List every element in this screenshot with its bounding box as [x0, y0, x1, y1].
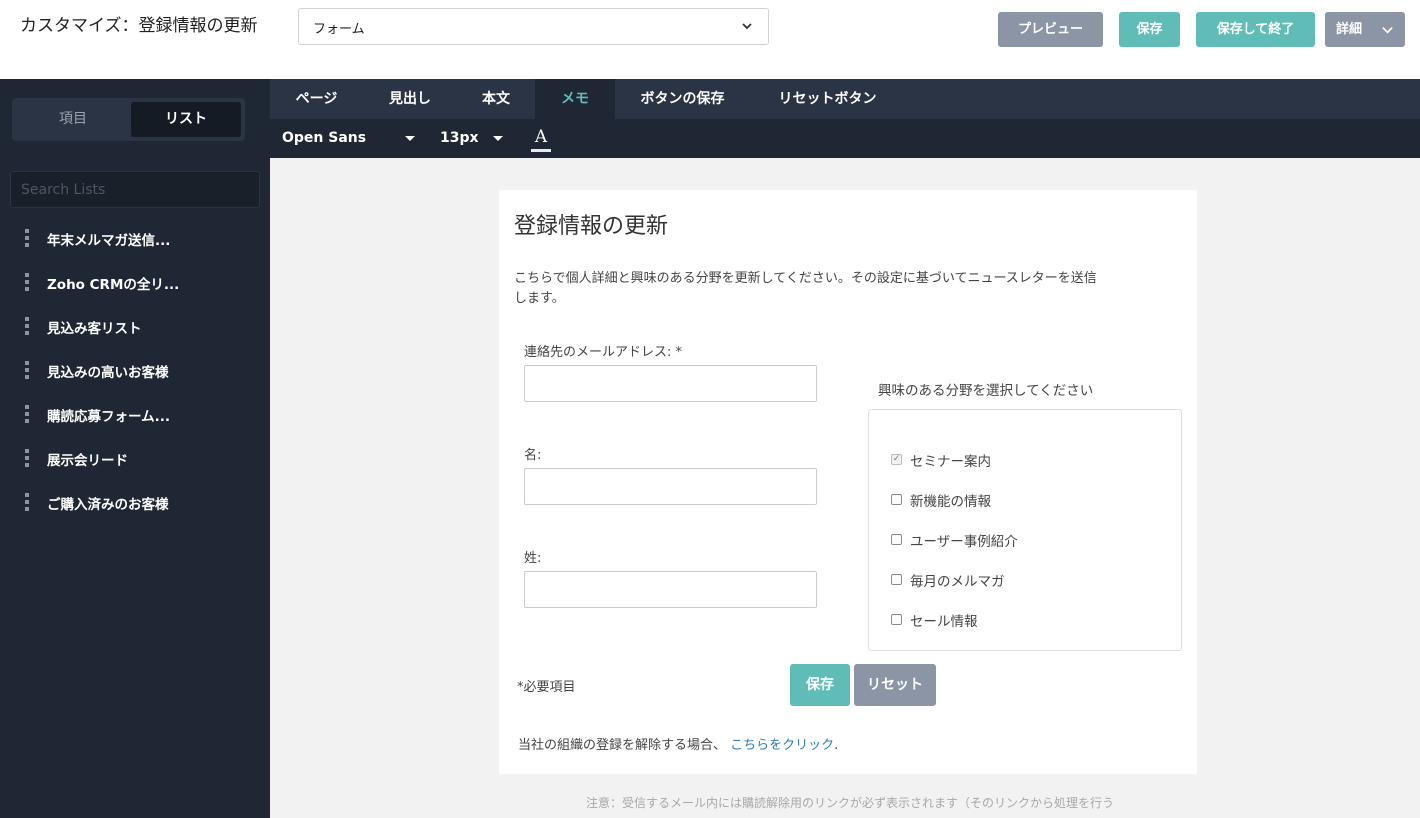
- list-item-label: ご購入済みのお客様: [47, 497, 169, 513]
- drag-handle-icon[interactable]: [25, 273, 29, 295]
- caret-down-icon[interactable]: [493, 136, 503, 141]
- form-type-select[interactable]: フォーム: [298, 8, 769, 45]
- font-family-select[interactable]: Open Sans: [282, 130, 366, 146]
- form-description: こちらで個人詳細と興味のある分野を更新してください。その設定に基づいてニュースレ…: [514, 271, 1097, 306]
- details-label: 詳細: [1336, 22, 1363, 37]
- email-label: 連絡先のメールアドレス: *: [524, 345, 683, 360]
- list-item[interactable]: 年末メルマガ送信...: [0, 217, 270, 261]
- unsubscribe-link[interactable]: こちらをクリック: [730, 738, 834, 753]
- tab-heading[interactable]: 見出し: [363, 79, 457, 119]
- form-save-button[interactable]: 保存: [790, 664, 850, 706]
- checkbox[interactable]: [891, 574, 902, 585]
- form-canvas: 登録情報の更新 こちらで個人詳細と興味のある分野を更新してください。その設定に基…: [270, 158, 1420, 818]
- sidebar: 項目 リスト 年末メルマガ送信... Zoho CRMの全リ... 見込み客リス…: [0, 79, 270, 818]
- form-reset-button[interactable]: リセット: [854, 664, 936, 706]
- save-and-exit-button[interactable]: 保存して終了: [1196, 12, 1315, 47]
- drag-handle-icon[interactable]: [25, 317, 29, 339]
- interest-label: 毎月のメルマガ: [910, 574, 1005, 590]
- list-item-label: 購読応募フォーム...: [47, 409, 170, 425]
- tab-lists[interactable]: リスト: [131, 102, 241, 137]
- list-item[interactable]: 展示会リード: [0, 437, 270, 481]
- checkbox[interactable]: [891, 494, 902, 505]
- list-item-label: 年末メルマガ送信...: [47, 233, 171, 249]
- unsubscribe-text: 当社の組織の登録を解除する場合、 こちらをクリック.: [518, 734, 838, 753]
- unsubscribe-prefix: 当社の組織の登録を解除する場合、: [518, 738, 727, 753]
- chevron-down-icon: [1382, 27, 1393, 34]
- tab-page[interactable]: ページ: [270, 79, 363, 119]
- interests-box: ✓ セミナー案内 新機能の情報 ユーザー事例紹介 毎月のメルマガ セール情報: [868, 409, 1182, 651]
- first-name-field[interactable]: [524, 468, 817, 505]
- search-lists-field[interactable]: [10, 171, 260, 208]
- list-item[interactable]: 見込み客リスト: [0, 305, 270, 349]
- search-lists-input[interactable]: [11, 172, 259, 207]
- form-type-select-value: フォーム: [313, 22, 365, 37]
- interest-label: ユーザー事例紹介: [910, 534, 1018, 550]
- checkbox[interactable]: [891, 614, 902, 625]
- drag-handle-icon[interactable]: [25, 493, 29, 515]
- interest-label: セミナー案内: [910, 454, 991, 470]
- list-item[interactable]: 購読応募フォーム...: [0, 393, 270, 437]
- page-title: カスタマイズ：登録情報の更新: [20, 16, 258, 36]
- list-item-label: 展示会リード: [47, 453, 128, 469]
- interest-label: セール情報: [910, 614, 978, 630]
- chevron-down-icon: [742, 23, 752, 30]
- drag-handle-icon[interactable]: [25, 449, 29, 471]
- checkbox-checked[interactable]: ✓: [891, 454, 902, 465]
- last-name-field[interactable]: [524, 571, 817, 608]
- drag-handle-icon[interactable]: [25, 405, 29, 427]
- tab-reset-button[interactable]: リセットボタン: [750, 79, 905, 119]
- list-item-label: 見込みの高いお客様: [47, 365, 169, 381]
- unsubscribe-end: .: [834, 738, 839, 753]
- tab-body[interactable]: 本文: [457, 79, 535, 119]
- details-dropdown-button[interactable]: 詳細: [1325, 12, 1405, 47]
- email-field[interactable]: [524, 365, 817, 402]
- tab-memo[interactable]: メモ: [535, 79, 615, 119]
- save-button[interactable]: 保存: [1119, 12, 1180, 47]
- sidebar-tab-switch: 項目 リスト: [12, 98, 245, 141]
- preview-button[interactable]: プレビュー: [998, 12, 1103, 47]
- required-note: *必要項目: [517, 680, 576, 695]
- format-toolbar: Open Sans 13px A: [270, 119, 1420, 158]
- top-bar: カスタマイズ：登録情報の更新 フォーム プレビュー 保存 保存して終了 詳細: [0, 0, 1420, 79]
- interests-title: 興味のある分野を選択してください: [878, 383, 1094, 399]
- checkbox[interactable]: [891, 534, 902, 545]
- list-item-label: Zoho CRMの全リ...: [47, 277, 180, 293]
- drag-handle-icon[interactable]: [25, 361, 29, 383]
- list-item[interactable]: Zoho CRMの全リ...: [0, 261, 270, 305]
- footnote: 注意：受信するメール内には購読解除用のリンクが必ず表示されます（そのリンクから処…: [585, 796, 1114, 810]
- list-item-label: 見込み客リスト: [47, 321, 142, 337]
- list-item[interactable]: 見込みの高いお客様: [0, 349, 270, 393]
- caret-down-icon[interactable]: [405, 136, 415, 141]
- list-item[interactable]: ご購入済みのお客様: [0, 481, 270, 525]
- tab-items[interactable]: 項目: [16, 102, 130, 137]
- form-title: 登録情報の更新: [514, 214, 669, 239]
- first-name-label: 名:: [524, 448, 542, 463]
- drag-handle-icon[interactable]: [25, 229, 29, 251]
- form-preview: 登録情報の更新 こちらで個人詳細と興味のある分野を更新してください。その設定に基…: [499, 190, 1197, 774]
- font-size-select[interactable]: 13px: [440, 130, 479, 146]
- tab-save-button[interactable]: ボタンの保存: [615, 79, 750, 119]
- editor-tabs: ページ 見出し 本文 メモ ボタンの保存 リセットボタン: [270, 79, 1420, 119]
- interest-label: 新機能の情報: [910, 494, 991, 510]
- last-name-label: 姓:: [524, 551, 542, 566]
- text-color-icon[interactable]: A: [531, 126, 551, 152]
